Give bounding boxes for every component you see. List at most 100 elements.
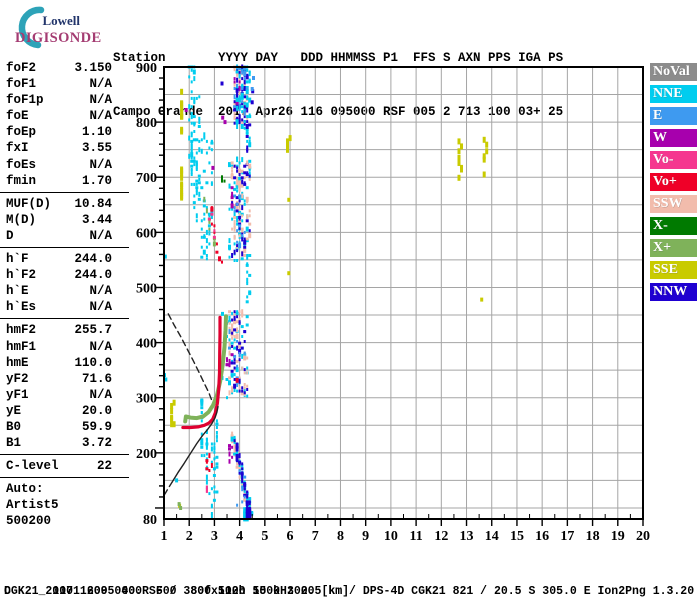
echo-point: [203, 212, 206, 216]
echo-point: [243, 487, 246, 491]
echo-point: [233, 121, 236, 125]
echo-point: [233, 361, 236, 365]
echo-point: [193, 99, 196, 105]
echo-point: [241, 87, 244, 90]
echo-point: [243, 202, 246, 206]
echo-point: [238, 115, 241, 119]
x-tick-label: 11: [409, 529, 422, 544]
echo-point: [207, 224, 211, 228]
echo-point: [235, 454, 239, 458]
echo-point: [246, 371, 249, 375]
echo-point: [200, 219, 203, 223]
echo-point: [228, 447, 231, 451]
echo-point: [215, 462, 219, 466]
echo-point: [236, 73, 239, 77]
ionogram-plot: 900800700600500400300200801 2 3 4 5 6 7 8 9 10 11 1…: [136, 61, 650, 544]
echo-point: [208, 214, 211, 218]
echo-point: [215, 431, 218, 434]
echo-point: [246, 277, 249, 283]
echo-point: [241, 386, 244, 390]
echo-point: [231, 166, 234, 170]
echo-point: [228, 207, 231, 211]
echo-point: [238, 97, 242, 103]
echo-point: [220, 81, 224, 86]
x-tick-label: 18: [586, 529, 600, 544]
echo-point: [241, 366, 244, 370]
echo-point: [195, 182, 198, 186]
echo-point: [190, 68, 193, 72]
echo-point: [213, 457, 216, 461]
echo-point: [228, 390, 231, 396]
echo-point: [238, 161, 241, 165]
echo-point: [287, 271, 291, 276]
echo-point: [243, 77, 246, 81]
echo-point: [190, 168, 193, 174]
echo-point: [236, 222, 239, 226]
echo-point: [241, 312, 244, 318]
echo-point: [190, 90, 193, 94]
echo-point: [248, 171, 251, 175]
echo-point: [198, 116, 201, 120]
echo-point: [460, 143, 463, 150]
echo-point: [238, 106, 241, 110]
echo-point: [203, 234, 206, 238]
legend-item-vo: Vo+: [650, 173, 697, 191]
echo-point: [236, 389, 239, 393]
echo-point: [246, 125, 249, 128]
echo-point: [195, 179, 199, 183]
echo-point: [188, 75, 191, 79]
echo-point: [205, 245, 208, 249]
echo-point: [241, 251, 244, 257]
echo-point: [250, 100, 254, 105]
echo-point: [221, 175, 223, 181]
echo-point: [233, 328, 237, 332]
echo-point: [235, 70, 239, 74]
echo-point: [248, 142, 252, 148]
echo-point: [236, 93, 239, 97]
echo-point: [246, 87, 249, 90]
echo-point: [213, 224, 216, 228]
echo-point: [243, 181, 246, 185]
echo-point: [240, 325, 244, 329]
x-tick-label: 4: [236, 529, 243, 544]
echo-point: [233, 373, 236, 377]
echo-point: [210, 222, 213, 226]
echo-point: [210, 148, 213, 152]
echo-point: [215, 422, 219, 426]
echo-point: [192, 201, 196, 205]
echo-point: [238, 180, 242, 186]
echo-point: [195, 190, 198, 196]
echo-point: [482, 136, 486, 143]
echo-point: [248, 510, 252, 517]
echo-point: [180, 126, 184, 133]
echo-point: [236, 156, 239, 160]
echo-point: [238, 224, 242, 228]
echo-point: [228, 444, 231, 448]
echo-point: [233, 80, 236, 84]
echo-point: [190, 80, 193, 84]
y-tick-label: 500: [136, 281, 157, 296]
echo-point: [200, 245, 203, 249]
echo-point: [228, 310, 231, 314]
echo-point: [180, 183, 184, 190]
echo-point: [235, 334, 239, 339]
echo-point: [231, 253, 234, 258]
echo-point: [241, 157, 244, 163]
echo-point: [241, 83, 244, 87]
echo-point: [246, 394, 249, 398]
echo-point: [221, 311, 224, 316]
echo-point: [248, 113, 251, 117]
echo-point: [205, 479, 208, 485]
echo-point: [192, 115, 196, 119]
echo-point: [245, 186, 249, 190]
echo-point: [236, 503, 239, 507]
echo-point: [233, 164, 236, 168]
echo-point: [231, 173, 234, 176]
echo-point: [228, 346, 231, 350]
echo-point: [243, 120, 246, 124]
echo-point: [193, 194, 196, 198]
echo-point: [205, 442, 208, 446]
echo-point: [243, 368, 246, 372]
echo-point: [233, 83, 236, 87]
echo-point: [241, 100, 244, 104]
